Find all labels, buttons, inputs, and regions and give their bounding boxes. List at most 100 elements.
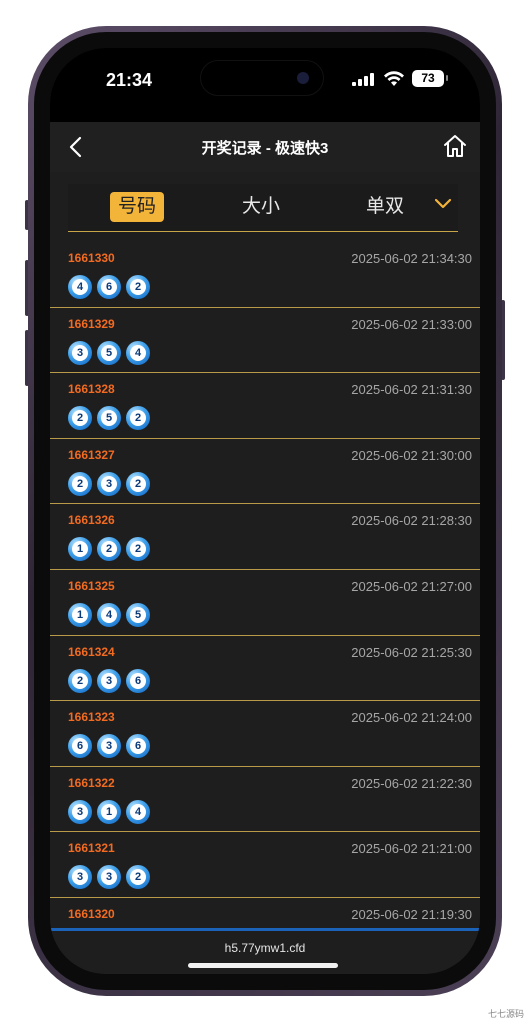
ball-number: 5 (130, 606, 146, 623)
ball-number: 2 (130, 869, 146, 886)
ball-number: 6 (72, 738, 88, 755)
home-icon[interactable] (442, 133, 468, 159)
ball-number: 4 (130, 344, 146, 361)
wifi-icon (384, 71, 404, 86)
number-ball: 2 (97, 537, 121, 562)
number-ball: 1 (68, 602, 92, 627)
tab-number[interactable]: 号码 (110, 192, 165, 222)
number-ball: 2 (68, 406, 92, 431)
battery-icon: 73 (412, 70, 448, 87)
record-time: 2025-06-02 21:22:30 (351, 775, 472, 791)
ball-number: 3 (72, 803, 88, 820)
record-time: 2025-06-02 21:27:00 (351, 578, 472, 594)
record-row[interactable]: 1661321 2025-06-02 21:21:00 3 3 2 (50, 832, 480, 898)
number-ball: 3 (97, 734, 121, 759)
ball-number: 4 (130, 803, 146, 820)
chevron-down-icon[interactable] (434, 198, 452, 210)
ball-number: 4 (101, 606, 117, 623)
status-bar: 21:34 73 (50, 48, 480, 122)
result-balls: 122 (68, 537, 150, 562)
number-ball: 2 (68, 471, 92, 496)
number-ball: 3 (68, 865, 92, 890)
number-ball: 3 (68, 340, 92, 365)
number-ball: 2 (126, 537, 150, 562)
record-row[interactable]: 1661329 2025-06-02 21:33:00 3 5 4 (50, 308, 480, 374)
result-balls: 314 (68, 799, 150, 824)
record-issue-number: 1661328 (68, 382, 115, 397)
record-row[interactable]: 1661325 2025-06-02 21:27:00 1 4 5 (50, 570, 480, 636)
number-ball: 6 (126, 734, 150, 759)
number-ball: 4 (126, 340, 150, 365)
result-balls: 252 (68, 406, 150, 431)
ball-number: 2 (130, 410, 146, 427)
tab-bar: 号码 大小 单双 (68, 184, 458, 232)
number-ball: 5 (97, 406, 121, 431)
ball-number: 3 (72, 344, 88, 361)
screen: 21:34 73 开奖记录 - 极速快3 号码 大小 单双 1661330 20… (50, 48, 480, 974)
ball-number: 4 (72, 279, 88, 295)
record-row[interactable]: 1661324 2025-06-02 21:25:30 2 3 6 (50, 636, 480, 702)
record-issue-number: 1661322 (68, 775, 115, 790)
number-ball: 2 (126, 275, 150, 299)
record-row[interactable]: 1661328 2025-06-02 21:31:30 2 5 2 (50, 373, 480, 439)
result-balls: 462 (68, 275, 150, 299)
number-ball: 6 (126, 668, 150, 693)
record-time: 2025-06-02 21:31:30 (351, 382, 472, 398)
status-time: 21:34 (106, 70, 153, 90)
result-balls: 354 (68, 340, 150, 365)
number-ball: 1 (97, 799, 121, 824)
bottom-bar: h5.77ymw1.cfd (50, 928, 480, 974)
number-ball: 2 (68, 668, 92, 693)
ball-number: 3 (101, 738, 117, 755)
number-ball: 3 (97, 668, 121, 693)
ball-number: 6 (101, 279, 117, 295)
ball-number: 5 (101, 344, 117, 361)
result-balls: 232 (68, 471, 150, 496)
records-list: 1661330 2025-06-02 21:34:30 4 6 2 1661329 2025… (50, 242, 480, 940)
record-row[interactable]: 1661327 2025-06-02 21:30:00 2 3 2 (50, 439, 480, 505)
record-row[interactable]: 1661330 2025-06-02 21:34:30 4 6 2 (50, 242, 480, 308)
number-ball: 4 (126, 799, 150, 824)
record-issue-number: 1661327 (68, 447, 115, 462)
record-issue-number: 1661325 (68, 578, 115, 593)
number-ball: 2 (126, 406, 150, 431)
home-indicator[interactable] (188, 963, 338, 968)
record-row[interactable]: 1661326 2025-06-02 21:28:30 1 2 2 (50, 504, 480, 570)
page-title: 开奖记录 - 极速快3 (201, 140, 329, 157)
ball-number: 1 (72, 541, 88, 558)
number-ball: 6 (68, 734, 92, 759)
record-issue-number: 1661330 (68, 251, 115, 265)
ball-number: 2 (72, 410, 88, 427)
record-issue-number: 1661320 (68, 906, 115, 921)
site-url: h5.77ymw1.cfd (224, 941, 306, 955)
number-ball: 4 (97, 602, 121, 627)
number-ball: 4 (68, 275, 92, 299)
record-issue-number: 1661329 (68, 316, 115, 331)
ball-number: 1 (72, 606, 88, 623)
ball-number: 3 (101, 672, 117, 689)
record-row[interactable]: 1661323 2025-06-02 21:24:00 6 3 6 (50, 701, 480, 767)
number-ball: 3 (97, 865, 121, 890)
record-time: 2025-06-02 21:25:30 (351, 644, 472, 660)
result-balls: 145 (68, 602, 150, 627)
tab-big-small[interactable]: 大小 (242, 192, 280, 222)
phone-frame: 21:34 73 开奖记录 - 极速快3 号码 大小 单双 1661330 20… (28, 26, 502, 996)
ball-number: 3 (101, 475, 117, 492)
result-balls: 636 (68, 734, 150, 759)
record-row[interactable]: 1661322 2025-06-02 21:22:30 3 1 4 (50, 767, 480, 833)
result-balls: 332 (68, 865, 150, 890)
ball-number: 2 (130, 279, 146, 295)
tab-odd-even[interactable]: 单双 (366, 192, 404, 222)
record-issue-number: 1661323 (68, 710, 115, 725)
ball-number: 2 (72, 672, 88, 689)
record-time: 2025-06-02 21:24:00 (351, 710, 472, 726)
number-ball: 5 (97, 340, 121, 365)
record-issue-number: 1661326 (68, 513, 115, 528)
ball-number: 2 (101, 541, 117, 558)
record-time: 2025-06-02 21:34:30 (351, 251, 472, 266)
number-ball: 3 (97, 471, 121, 496)
number-ball: 2 (126, 471, 150, 496)
record-time: 2025-06-02 21:30:00 (351, 447, 472, 463)
ball-number: 3 (72, 869, 88, 886)
camera-icon (297, 72, 309, 84)
